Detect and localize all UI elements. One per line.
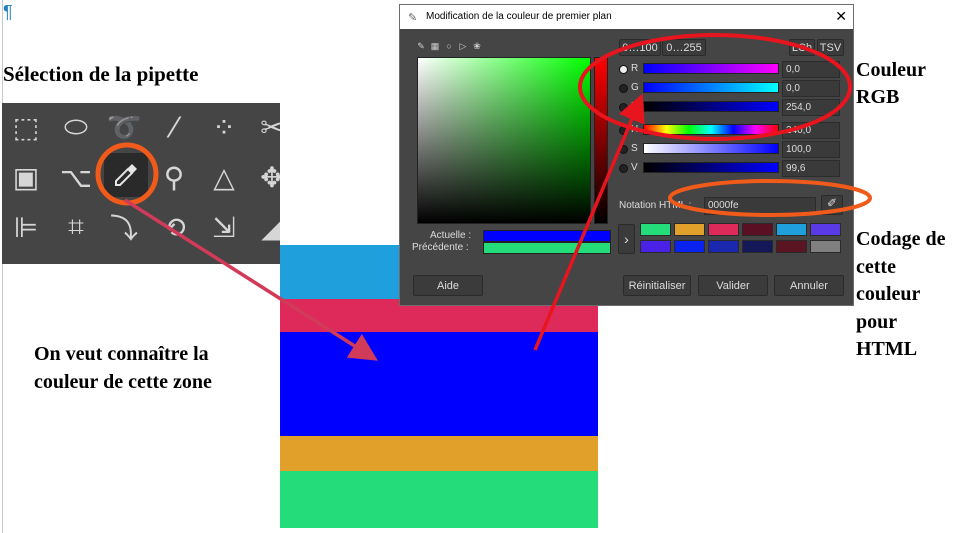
range-100-button[interactable]: 0…100 xyxy=(619,39,661,56)
radio-s[interactable] xyxy=(619,145,628,154)
eyedropper-button[interactable]: ✐ xyxy=(821,195,843,215)
app-icon: ✎ xyxy=(408,12,418,24)
eyedropper-icon: ✐ xyxy=(826,196,838,210)
note-html-line-3: couleur xyxy=(856,283,921,305)
note-rgb: Couleur RGB xyxy=(856,57,926,111)
history-swatch[interactable] xyxy=(674,223,705,236)
rect-select-icon[interactable]: ⬚ xyxy=(4,105,48,149)
history-swatch[interactable] xyxy=(742,240,773,253)
mode-tsv-button[interactable]: TSV xyxy=(817,39,844,56)
history-swatch[interactable] xyxy=(776,240,807,253)
value-r[interactable]: 0,0 xyxy=(782,61,840,78)
history-swatch[interactable] xyxy=(640,223,671,236)
color-select-icon[interactable]: ⁘ xyxy=(202,105,246,149)
wheel-selector-icon[interactable]: ○ xyxy=(444,41,454,51)
cmyk-selector-icon[interactable]: ▦ xyxy=(430,41,440,51)
note-target-zone: On veut connaître la couleur de cette zo… xyxy=(34,340,274,396)
rotate-icon[interactable]: ⟲ xyxy=(152,205,196,249)
html-notation-label: Notation HTML : xyxy=(619,200,692,211)
reset-button[interactable]: Réinitialiser xyxy=(623,275,691,296)
watercolor-selector-icon[interactable]: ❀ xyxy=(472,41,482,51)
radio-r[interactable] xyxy=(619,65,628,74)
paths-icon[interactable]: ⌥ xyxy=(54,155,98,199)
slider-s[interactable] xyxy=(643,143,779,154)
value-b[interactable]: 254,0 xyxy=(782,99,840,116)
stripe-5 xyxy=(280,471,598,528)
triangle-selector-icon[interactable]: ▷ xyxy=(458,41,468,51)
slider-v[interactable] xyxy=(643,162,779,173)
move-icon[interactable]: ✥ xyxy=(250,155,280,199)
crop-icon[interactable]: ⌗ xyxy=(54,205,98,249)
label-h: H xyxy=(631,124,639,135)
history-swatch[interactable] xyxy=(742,223,773,236)
history-swatch[interactable] xyxy=(640,240,671,253)
toolbox-panel: ⬚ ⬭ ➰ ⁄ ⁘ ✂ ▣ ⌥ ⚲ △ ✥ ⊫ ⌗ ⤵ ⟲ ⇲ ◢ xyxy=(2,103,280,264)
dialog-title: Modification de la couleur de premier pl… xyxy=(426,11,612,22)
history-swatch[interactable] xyxy=(708,240,739,253)
value-v[interactable]: 99,6 xyxy=(782,160,840,177)
help-button[interactable]: Aide xyxy=(413,275,483,296)
picker-highlight-circle xyxy=(95,142,159,206)
align-icon[interactable]: ⊫ xyxy=(4,205,48,249)
radio-h[interactable] xyxy=(619,126,628,135)
note-rgb-line-1: Couleur xyxy=(856,59,926,81)
label-s: S xyxy=(631,143,638,154)
gimp-selector-icon[interactable]: ✎ xyxy=(416,41,426,51)
radio-b[interactable] xyxy=(619,103,628,112)
note-left-line-2: couleur de cette zone xyxy=(34,371,212,393)
scissors-icon[interactable]: ✂ xyxy=(250,105,280,149)
color-square[interactable] xyxy=(417,57,591,224)
slider-g[interactable] xyxy=(643,82,779,93)
label-v: V xyxy=(631,162,638,173)
history-swatch[interactable] xyxy=(708,223,739,236)
note-html: Codage de cette couleur pour HTML xyxy=(856,226,971,364)
slider-h[interactable] xyxy=(643,124,779,135)
unified-transform-icon[interactable]: ⤵ xyxy=(102,205,146,249)
cancel-button[interactable]: Annuler xyxy=(774,275,844,296)
radio-g[interactable] xyxy=(619,84,628,93)
value-h[interactable]: 240,0 xyxy=(782,122,840,139)
label-b: B xyxy=(631,101,638,112)
value-s[interactable]: 100,0 xyxy=(782,141,840,158)
stripe-3-target xyxy=(280,332,598,436)
shear-icon[interactable]: ◢ xyxy=(250,205,280,249)
pilcrow-mark: ¶ xyxy=(3,2,13,22)
note-html-line-2: cette xyxy=(856,255,896,278)
scale-icon[interactable]: ⇲ xyxy=(202,205,246,249)
label-g: G xyxy=(631,82,639,93)
measure-icon[interactable]: △ xyxy=(202,155,246,199)
foreground-select-icon[interactable]: ▣ xyxy=(4,155,48,199)
ok-button[interactable]: Valider xyxy=(698,275,768,296)
label-r: R xyxy=(631,63,639,74)
history-swatch[interactable] xyxy=(776,223,807,236)
current-label: Actuelle : xyxy=(430,230,472,241)
range-255-button[interactable]: 0…255 xyxy=(662,39,706,56)
color-dialog: ✎ Modification de la couleur de premier … xyxy=(399,4,854,306)
stripe-4 xyxy=(280,436,598,471)
history-swatch[interactable] xyxy=(674,240,705,253)
previous-label: Précédente : xyxy=(412,242,469,253)
add-history-button[interactable]: › xyxy=(618,224,635,254)
dialog-titlebar: ✎ Modification de la couleur de premier … xyxy=(400,5,853,29)
value-g[interactable]: 0,0 xyxy=(782,80,840,97)
radio-v[interactable] xyxy=(619,164,628,173)
hue-strip[interactable] xyxy=(594,57,608,224)
note-html-line-4: pour xyxy=(856,310,898,333)
note-left-line-1: On veut connaître la xyxy=(34,343,209,365)
note-html-line-5: HTML xyxy=(856,338,918,360)
mode-lch-button[interactable]: LCh xyxy=(789,39,815,56)
slider-b[interactable] xyxy=(643,101,779,112)
close-icon[interactable]: ✕ xyxy=(835,8,847,25)
previous-color-swatch xyxy=(483,242,611,254)
history-swatch[interactable] xyxy=(810,240,841,253)
html-notation-input[interactable]: 0000fe xyxy=(704,197,816,215)
history-swatch[interactable] xyxy=(810,223,841,236)
ellipse-select-icon[interactable]: ⬭ xyxy=(54,105,98,149)
note-html-line-1: Codage de xyxy=(856,228,946,250)
note-rgb-line-2: RGB xyxy=(856,86,900,108)
current-color-swatch xyxy=(483,230,611,242)
heading-pipette: Sélection de la pipette xyxy=(3,62,199,86)
slider-r[interactable] xyxy=(643,63,779,74)
